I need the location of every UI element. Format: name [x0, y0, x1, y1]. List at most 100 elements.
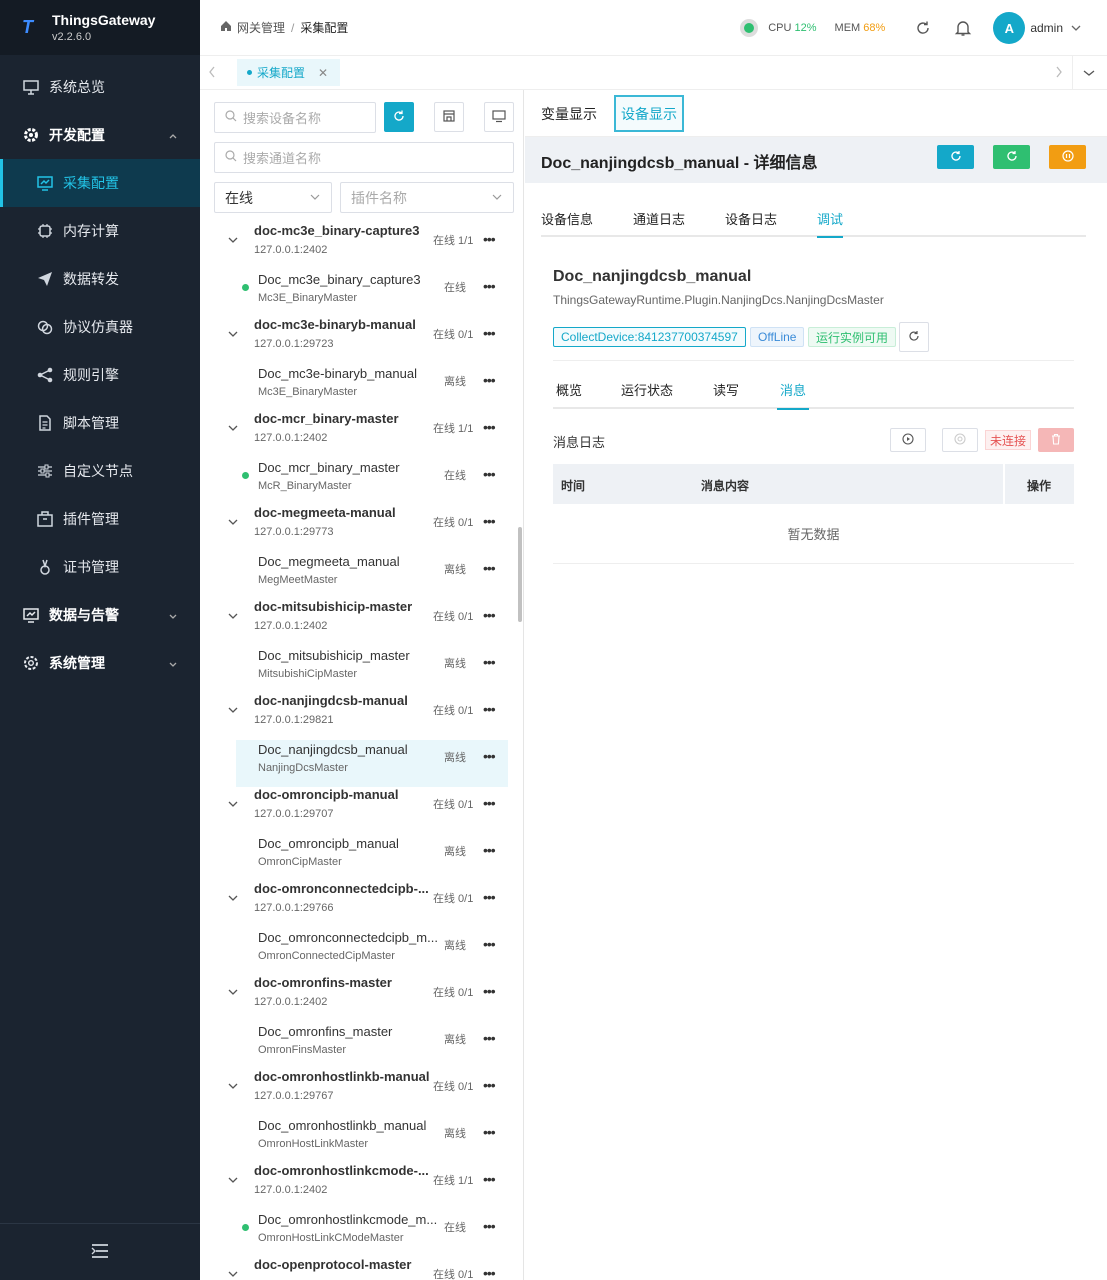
device-node[interactable]: Doc_omroncipb_manual OmronCipMaster 离线 ••• [200, 834, 518, 881]
more-options-icon[interactable]: ••• [483, 372, 496, 388]
more-options-icon[interactable]: ••• [483, 231, 496, 247]
chevron-down-icon[interactable] [228, 609, 238, 624]
sidebar-item-script[interactable]: 脚本管理 [0, 399, 200, 447]
sidebar-item-certificates[interactable]: 证书管理 [0, 543, 200, 591]
more-options-icon[interactable]: ••• [483, 466, 496, 482]
channel-node[interactable]: doc-openprotocol-master 在线 0/1 ••• [200, 1257, 518, 1280]
chevron-down-icon[interactable] [228, 1173, 238, 1188]
tab-debug[interactable]: 调试 [817, 209, 844, 238]
more-options-icon[interactable]: ••• [483, 607, 496, 623]
more-options-icon[interactable]: ••• [483, 748, 496, 764]
close-icon[interactable]: ✕ [318, 66, 328, 80]
chevron-down-icon[interactable] [228, 421, 238, 436]
tab-device-info[interactable]: 设备信息 [541, 209, 593, 228]
avatar[interactable]: A [993, 12, 1026, 44]
restart-button[interactable] [993, 145, 1030, 169]
channel-node[interactable]: doc-omronhostlinkcmode-... 127.0.0.1:2402… [200, 1163, 518, 1210]
sidebar-item-memory-calc[interactable]: 内存计算 [0, 207, 200, 255]
chevron-down-icon[interactable] [228, 1079, 238, 1094]
sidebar-item-dev-config[interactable]: 开发配置 [0, 111, 200, 159]
chevron-down-icon[interactable] [1071, 21, 1081, 36]
channel-node[interactable]: doc-omronhostlinkb-manual 127.0.0.1:29767… [200, 1069, 518, 1116]
sidebar-item-plugins[interactable]: 插件管理 [0, 495, 200, 543]
chevron-down-icon[interactable] [228, 985, 238, 1000]
channel-node[interactable]: doc-megmeeta-manual 127.0.0.1:29773 在线 0/1… [200, 505, 518, 552]
sidebar-item-rule-engine[interactable]: 规则引擎 [0, 351, 200, 399]
tab-channel-log[interactable]: 通道日志 [633, 209, 685, 228]
device-node[interactable]: Doc_mc3e_binary_capture3 Mc3E_BinaryMaste… [200, 270, 518, 317]
refresh-button[interactable] [937, 145, 974, 169]
more-options-icon[interactable]: ••• [483, 419, 496, 435]
tabs-scroll-right-icon[interactable] [1055, 66, 1063, 81]
chevron-down-icon[interactable] [228, 233, 238, 248]
channel-node[interactable]: doc-omronconnectedcipb-... 127.0.0.1:2976… [200, 881, 518, 928]
more-options-icon[interactable]: ••• [483, 701, 496, 717]
clear-log-button[interactable] [1038, 428, 1074, 452]
sidebar-item-overview[interactable]: 系统总览 [0, 63, 200, 111]
more-options-icon[interactable]: ••• [483, 795, 496, 811]
refresh-tree-button[interactable] [384, 102, 414, 132]
tabs-scroll-left-icon[interactable] [208, 66, 216, 81]
tab-device-log[interactable]: 设备日志 [725, 209, 777, 228]
more-options-icon[interactable]: ••• [483, 513, 496, 529]
pause-button[interactable] [1049, 145, 1086, 169]
tabs-menu-chevron-icon[interactable] [1083, 66, 1095, 81]
sidebar-item-custom-node[interactable]: 自定义节点 [0, 447, 200, 495]
more-options-icon[interactable]: ••• [483, 654, 496, 670]
tab-variable-view[interactable]: 变量显示 [541, 104, 597, 124]
sidebar-item-system[interactable]: 系统管理 [0, 639, 200, 687]
more-options-icon[interactable]: ••• [483, 560, 496, 576]
more-options-icon[interactable]: ••• [483, 1218, 496, 1234]
breadcrumb-item[interactable]: 网关管理 [237, 19, 285, 36]
device-node[interactable]: Doc_mc3e-binaryb_manual Mc3E_BinaryMaster… [200, 364, 518, 411]
tab-collect-config[interactable]: 采集配置 ✕ [237, 59, 340, 86]
more-options-icon[interactable]: ••• [483, 1265, 496, 1280]
sidebar-item-collect-config[interactable]: 采集配置 [0, 159, 200, 207]
chevron-down-icon[interactable] [228, 797, 238, 812]
tab-messages[interactable]: 消息 [776, 380, 810, 410]
refresh-icon[interactable] [912, 17, 934, 39]
more-options-icon[interactable]: ••• [483, 1171, 496, 1187]
plugin-view-button[interactable] [434, 102, 464, 132]
channel-node[interactable]: doc-omronfins-master 127.0.0.1:2402 在线 0/1… [200, 975, 518, 1022]
chevron-down-icon[interactable] [228, 1267, 238, 1280]
device-node[interactable]: Doc_omronfins_master OmronFinsMaster 离线 ••• [200, 1022, 518, 1069]
device-node[interactable]: Doc_nanjingdcsb_manual NanjingDcsMaster 离线… [236, 740, 508, 787]
more-options-icon[interactable]: ••• [483, 325, 496, 341]
channel-search-input[interactable]: 搜索通道名称 [214, 142, 514, 173]
more-options-icon[interactable]: ••• [483, 278, 496, 294]
tab-overview[interactable]: 概览 [556, 380, 582, 399]
tab-device-view[interactable]: 设备显示 [614, 95, 684, 132]
play-button[interactable] [890, 428, 926, 452]
device-node[interactable]: Doc_mitsubishicip_master MitsubishiCipMas… [200, 646, 518, 693]
tab-run-status[interactable]: 运行状态 [621, 380, 673, 399]
more-options-icon[interactable]: ••• [483, 983, 496, 999]
device-node[interactable]: Doc_mcr_binary_master McR_BinaryMaster 在线 •… [200, 458, 518, 505]
sidebar-item-data-alarm[interactable]: 数据与告警 [0, 591, 200, 639]
bell-icon[interactable] [952, 17, 974, 39]
sidebar-item-protocol-sim[interactable]: 协议仿真器 [0, 303, 200, 351]
username[interactable]: admin [1030, 21, 1063, 35]
channel-node[interactable]: doc-mcr_binary-master 127.0.0.1:2402 在线 1/… [200, 411, 518, 458]
device-search-input[interactable]: 搜索设备名称 [214, 102, 376, 133]
more-options-icon[interactable]: ••• [483, 889, 496, 905]
more-options-icon[interactable]: ••• [483, 936, 496, 952]
device-node[interactable]: Doc_omronhostlinkcmode_m... OmronHostLink… [200, 1210, 518, 1257]
chevron-down-icon[interactable] [228, 327, 238, 342]
sidebar-item-data-forward[interactable]: 数据转发 [0, 255, 200, 303]
channel-node[interactable]: doc-mc3e_binary-capture3 127.0.0.1:2402 在线… [200, 223, 518, 270]
channel-node[interactable]: doc-nanjingdcsb-manual 127.0.0.1:29821 在线 … [200, 693, 518, 740]
sidebar-collapse-button[interactable] [0, 1223, 200, 1280]
channel-node[interactable]: doc-omroncipb-manual 127.0.0.1:29707 在线 0/… [200, 787, 518, 834]
more-options-icon[interactable]: ••• [483, 1077, 496, 1093]
more-options-icon[interactable]: ••• [483, 842, 496, 858]
stop-button[interactable] [942, 428, 978, 452]
channel-node[interactable]: doc-mc3e-binaryb-manual 127.0.0.1:29723 在线… [200, 317, 518, 364]
plugin-filter-select[interactable]: 插件名称 [340, 182, 514, 213]
display-mode-button[interactable] [484, 102, 514, 132]
chevron-down-icon[interactable] [228, 515, 238, 530]
status-filter-select[interactable]: 在线 [214, 182, 332, 213]
device-node[interactable]: Doc_omronhostlinkb_manual OmronHostLinkMa… [200, 1116, 518, 1163]
home-icon[interactable] [220, 20, 232, 35]
chevron-down-icon[interactable] [228, 703, 238, 718]
